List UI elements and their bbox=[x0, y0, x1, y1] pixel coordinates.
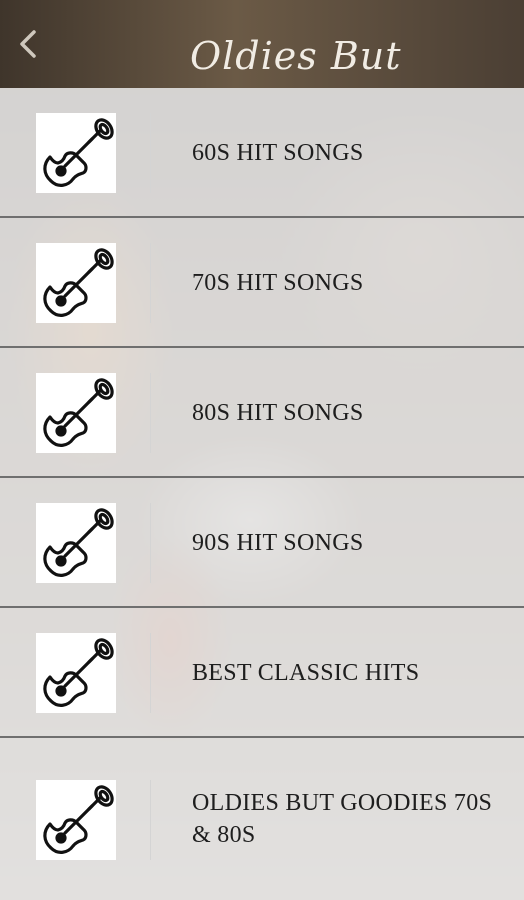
list-item-90s-hit-songs[interactable]: 90S HIT SONGS bbox=[0, 478, 524, 608]
list-item-70s-hit-songs[interactable]: 70S HIT SONGS bbox=[0, 218, 524, 348]
list-item-label: 90S HIT SONGS bbox=[192, 530, 364, 556]
list-item-oldies-but-goodies[interactable]: OLDIES BUT GOODIES 70S & 80S bbox=[0, 738, 524, 900]
list-item-label: BEST CLASSIC HITS bbox=[192, 660, 420, 686]
divider bbox=[150, 373, 151, 453]
guitar-icon bbox=[36, 780, 116, 860]
divider bbox=[150, 633, 151, 713]
page-title: Oldies But bbox=[190, 34, 402, 78]
guitar-icon bbox=[36, 503, 116, 583]
divider bbox=[150, 243, 151, 323]
list-item-label: 80S HIT SONGS bbox=[192, 400, 364, 426]
guitar-icon bbox=[36, 633, 116, 713]
guitar-icon bbox=[36, 113, 116, 193]
guitar-icon bbox=[36, 243, 116, 323]
app-header: Oldies But bbox=[0, 0, 524, 88]
list-item-label: 70S HIT SONGS bbox=[192, 270, 364, 296]
divider bbox=[150, 503, 151, 583]
list-item-60s-hit-songs[interactable]: 60S HIT SONGS bbox=[0, 88, 524, 218]
list-item-80s-hit-songs[interactable]: 80S HIT SONGS bbox=[0, 348, 524, 478]
list-item-label: 60S HIT SONGS bbox=[192, 140, 364, 166]
divider bbox=[150, 113, 151, 193]
list-item-best-classic-hits[interactable]: BEST CLASSIC HITS bbox=[0, 608, 524, 738]
guitar-icon bbox=[36, 373, 116, 453]
divider bbox=[150, 780, 151, 860]
menu-list: 60S HIT SONGS 70S HIT SONGS 80S HIT SONG… bbox=[0, 88, 524, 900]
list-item-label: OLDIES BUT GOODIES 70S & 80S bbox=[192, 790, 493, 848]
chevron-left-icon[interactable] bbox=[14, 24, 44, 64]
